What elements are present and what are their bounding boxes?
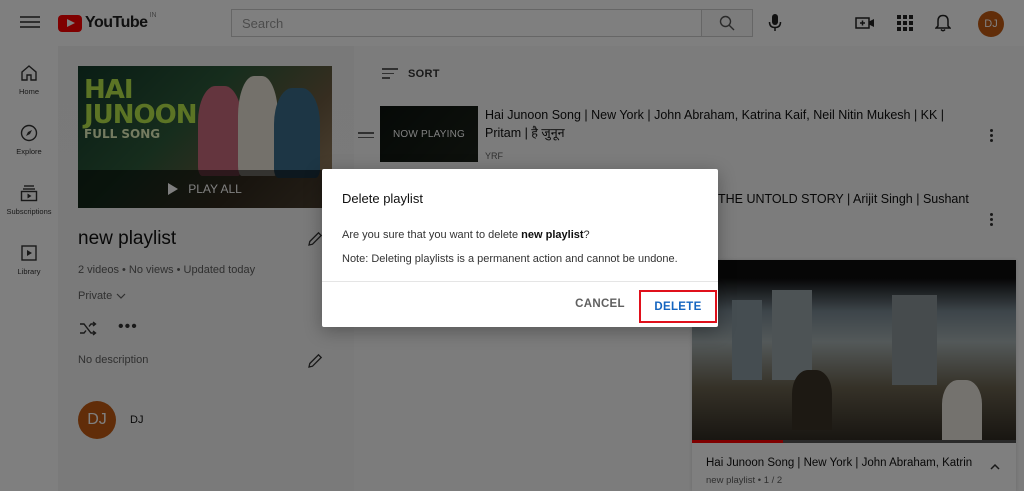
dialog-divider <box>322 281 718 282</box>
delete-button[interactable]: DELETE <box>639 290 717 323</box>
delete-playlist-dialog: Delete playlist Are you sure that you wa… <box>322 169 718 327</box>
cancel-button[interactable]: CANCEL <box>572 293 628 315</box>
dialog-playlist-name: new playlist <box>521 229 584 241</box>
dialog-body: Are you sure that you want to delete new… <box>342 223 678 271</box>
dialog-note: Note: Deleting playlists is a permanent … <box>342 253 678 265</box>
dialog-title: Delete playlist <box>342 191 423 206</box>
dialog-confirm-text: Are you sure that you want to delete new… <box>342 229 590 241</box>
